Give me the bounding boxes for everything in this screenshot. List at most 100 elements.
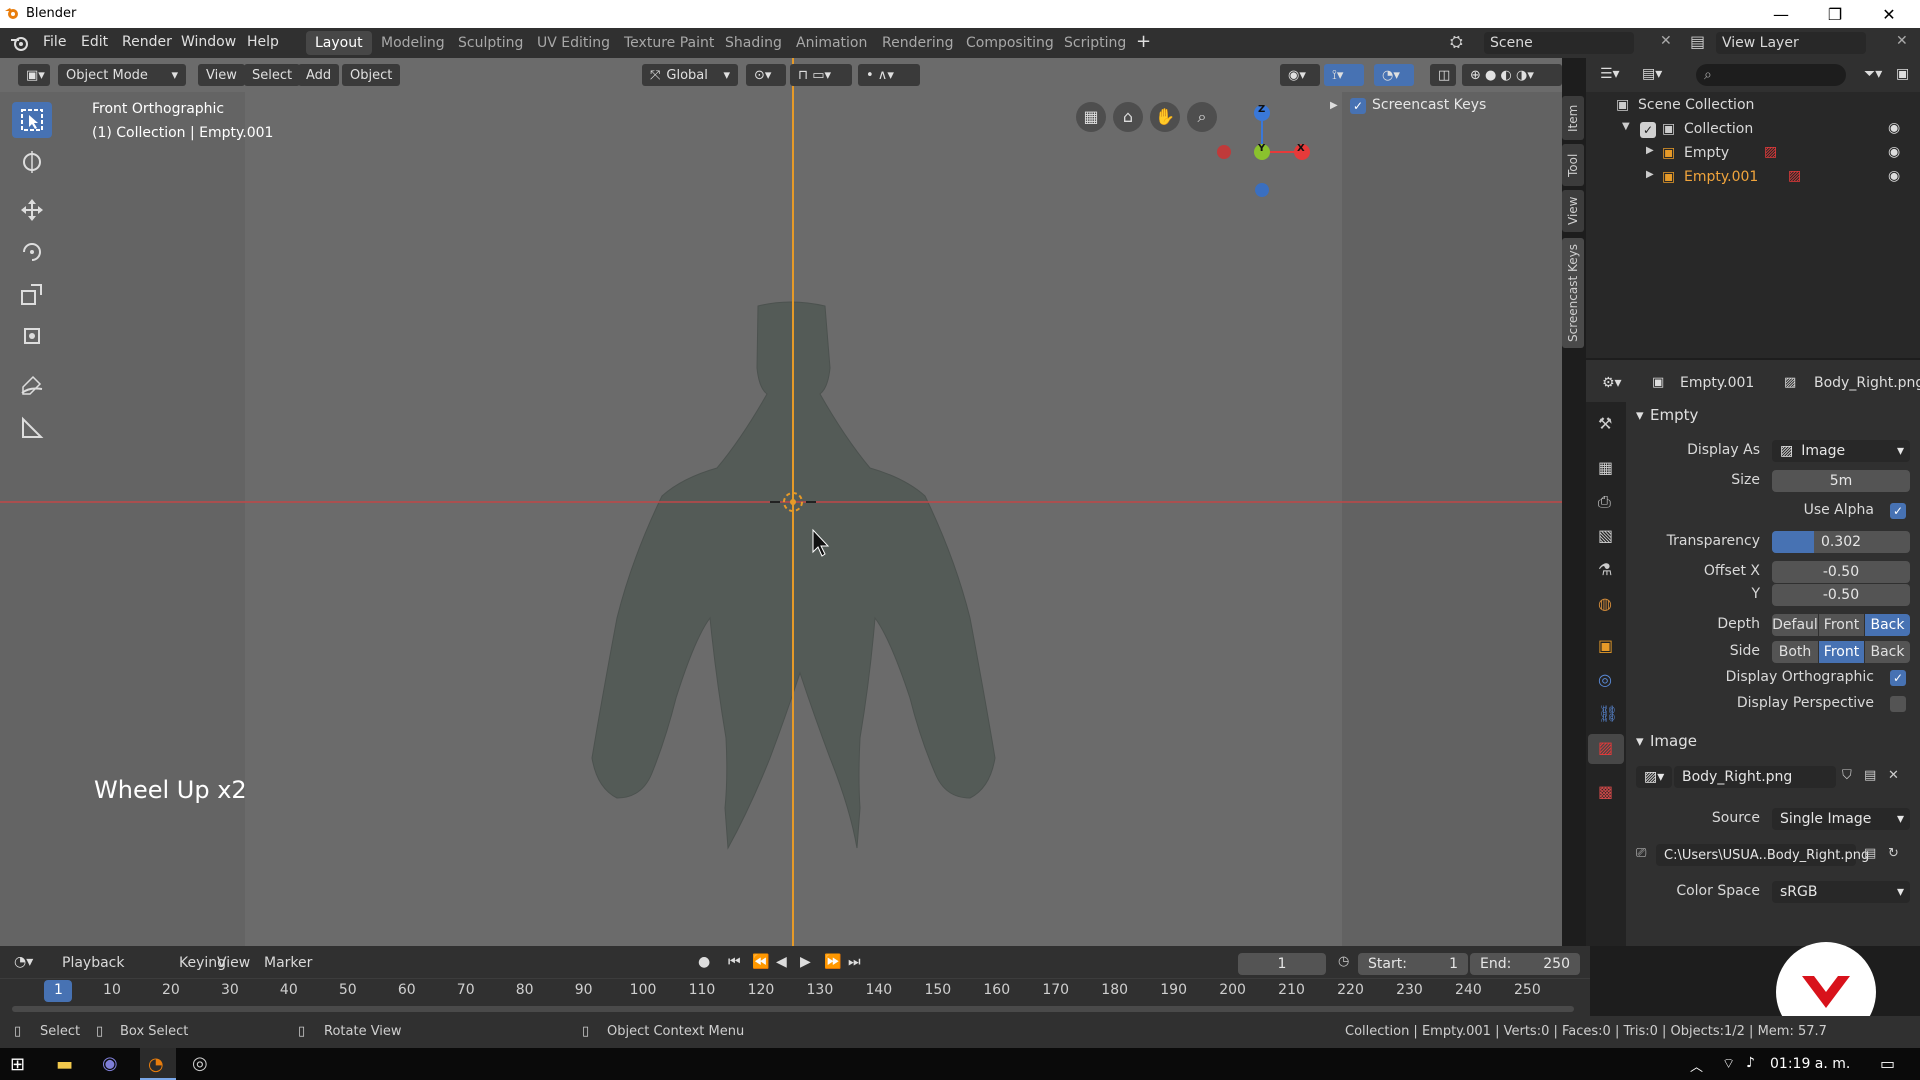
proportional-editing-button[interactable]: • ∧▾ (858, 64, 920, 86)
tab-texture-paint[interactable]: Texture Paint (615, 31, 723, 55)
timeline-menu-marker[interactable]: Marker (264, 955, 312, 971)
xray-toggle-button[interactable]: ◫ (1430, 64, 1456, 86)
collection-visibility-eye-icon[interactable]: ◉ (1888, 120, 1900, 136)
depth-option-front[interactable]: Front (1819, 614, 1864, 636)
restore-button[interactable]: ❐ (1808, 0, 1862, 28)
display-mode-icon[interactable]: ▤▾ (1642, 66, 1662, 82)
outliner-row-scene-collection[interactable]: ▣ Scene Collection (1586, 94, 1920, 118)
blender-menu-icon[interactable] (10, 34, 30, 52)
fake-user-shield-icon[interactable]: ⛉ (1842, 768, 1852, 783)
empty-001-visibility-eye-icon[interactable]: ◉ (1888, 168, 1900, 184)
npanel-tab-view[interactable]: View (1562, 190, 1584, 232)
scale-tool[interactable] (12, 276, 52, 312)
volume-icon[interactable]: ♪ (1746, 1055, 1755, 1071)
scene-close-icon[interactable]: ✕ (1660, 33, 1672, 49)
empty-section-toggle[interactable]: ▾ (1636, 406, 1644, 424)
scene-name-field[interactable]: Scene (1484, 32, 1634, 54)
taskbar-clock[interactable]: 01:19 a. m. (1770, 1056, 1850, 1072)
tab-uv-editing[interactable]: UV Editing (528, 31, 619, 55)
display-orthographic-checkbox[interactable]: ✓ (1890, 670, 1906, 686)
start-frame-field[interactable]: Start: 1 (1358, 953, 1468, 975)
end-frame-field[interactable]: End: 250 (1470, 953, 1580, 975)
current-frame-field[interactable]: 1 (1238, 953, 1326, 975)
play-reverse-button[interactable]: ◀ (776, 954, 787, 970)
outliner-row-empty[interactable]: ▶ ▣ Empty ▨ ◉ (1586, 142, 1920, 166)
outliner-editor-icon[interactable]: ☰▾ (1600, 66, 1620, 82)
npanel-tab-tool[interactable]: Tool (1562, 144, 1584, 186)
viewport-menu-select[interactable]: Select (244, 64, 301, 86)
side-option-front[interactable]: Front (1819, 641, 1864, 663)
measure-tool[interactable] (12, 410, 52, 446)
screencast-keys-checkbox[interactable]: ✓ (1350, 98, 1366, 114)
depth-option-default[interactable]: Defaul (1772, 614, 1818, 636)
outliner-row-collection[interactable]: ▼ ✓ ▣ Collection ◉ (1586, 118, 1920, 142)
npanel-tab-screencast-keys[interactable]: Screencast Keys (1562, 238, 1584, 348)
next-keyframe-button[interactable]: ⏩ (824, 954, 841, 970)
object-tab-icon[interactable]: ▣ (1598, 636, 1613, 655)
constraints-tab-icon[interactable]: ⛓ (1598, 704, 1618, 723)
side-option-both[interactable]: Both (1772, 641, 1818, 663)
new-collection-icon[interactable]: ▣ (1896, 66, 1909, 82)
timeline-editor-icon[interactable]: ◔▾ (14, 954, 33, 970)
tab-sculpting[interactable]: Sculpting (449, 31, 532, 55)
expand-collection-icon[interactable]: ▼ (1622, 121, 1630, 132)
tab-shading[interactable]: Shading (716, 31, 791, 55)
use-alpha-checkbox[interactable]: ✓ (1890, 503, 1906, 519)
tab-scripting[interactable]: Scripting (1055, 31, 1135, 55)
display-as-dropdown[interactable]: ▨ Image ▾ (1772, 440, 1910, 462)
editor-type-button[interactable]: ▣▾ (18, 64, 50, 86)
unlink-image-icon[interactable]: ✕ (1888, 768, 1899, 783)
timeline-menu-playback[interactable]: Playback (62, 955, 124, 971)
tab-animation[interactable]: Animation (787, 31, 876, 55)
annotate-tool[interactable] (12, 368, 52, 404)
move-tool[interactable] (12, 192, 52, 228)
transform-orientation-dropdown[interactable]: ⤧ Global ▾ (642, 64, 738, 86)
object-mode-dropdown[interactable]: Object Mode ▾ (58, 64, 186, 86)
image-section-toggle[interactable]: ▾ (1636, 732, 1644, 750)
browse-path-folder-icon[interactable]: ▤ (1864, 846, 1876, 861)
pan-hand-icon[interactable]: ✋ (1150, 102, 1180, 132)
offset-x-field[interactable]: -0.50 (1772, 561, 1910, 583)
pivot-point-button[interactable]: ⊙▾ (746, 64, 786, 86)
menu-help[interactable]: Help (247, 34, 279, 50)
collection-include-checkbox[interactable]: ✓ (1640, 122, 1656, 138)
menu-edit[interactable]: Edit (81, 34, 108, 50)
tab-rendering[interactable]: Rendering (873, 31, 963, 55)
zoom-icon[interactable]: ⌕ (1187, 102, 1217, 132)
texture-tab-icon[interactable]: ▩ (1598, 782, 1613, 801)
menu-file[interactable]: File (43, 34, 66, 50)
menu-window[interactable]: Window (181, 34, 236, 50)
tab-modeling[interactable]: Modeling (372, 31, 454, 55)
image-browse-button[interactable]: ▨▾ (1636, 766, 1672, 788)
tab-compositing[interactable]: Compositing (957, 31, 1063, 55)
select-box-tool[interactable] (12, 102, 52, 138)
npanel-tab-item[interactable]: Item (1562, 96, 1584, 140)
scene-tab-icon[interactable]: ⚗ (1598, 560, 1612, 579)
jump-start-button[interactable]: ⏮ (728, 954, 741, 970)
scene-selector-icon[interactable]: ⛭ (1450, 32, 1478, 54)
viewport-menu-add[interactable]: Add (298, 64, 340, 86)
grid-view-icon[interactable]: ▦ (1076, 102, 1106, 132)
rotate-tool[interactable] (12, 234, 52, 270)
timeline-menu-view[interactable]: View (217, 955, 250, 971)
shading-mode-buttons[interactable]: ⊕ ● ◐ ◑▾ (1462, 64, 1562, 86)
panel-expand-icon[interactable]: ▶ (1330, 100, 1344, 116)
camera-view-icon[interactable]: ⌂ (1113, 102, 1143, 132)
outliner-row-empty-001[interactable]: ▶ ▣ Empty.001 ▨ ◉ (1586, 166, 1920, 190)
view-layer-field[interactable]: View Layer (1716, 32, 1866, 54)
jump-end-button[interactable]: ⏭ (848, 954, 861, 970)
outliner-search-input[interactable]: ⌕ (1696, 64, 1846, 86)
visibility-button[interactable]: ◉▾ (1280, 64, 1320, 86)
viewport-menu-object[interactable]: Object (342, 64, 401, 86)
view-layer-icon[interactable]: ▤ (1690, 32, 1705, 51)
cursor-tool[interactable] (12, 144, 52, 180)
world-tab-icon[interactable]: ◍ (1598, 594, 1612, 613)
close-button[interactable]: ✕ (1862, 0, 1916, 28)
menu-render[interactable]: Render (122, 34, 172, 50)
transparency-slider[interactable]: 0.302 (1772, 531, 1910, 553)
browser-icon[interactable]: ◉ (102, 1053, 118, 1074)
image-name-field[interactable]: Body_Right.png (1674, 766, 1836, 788)
prev-keyframe-button[interactable]: ⏪ (752, 954, 769, 970)
reload-image-icon[interactable]: ↻ (1888, 846, 1899, 861)
file-explorer-icon[interactable]: ▬ (56, 1054, 73, 1075)
